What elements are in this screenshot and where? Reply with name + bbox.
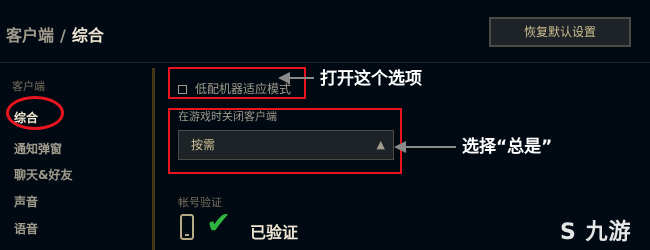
low-spec-mode-option[interactable]: 低配机器适应模式: [178, 80, 291, 97]
breadcrumb-current: 综合: [71, 26, 104, 45]
breadcrumb-separator: /: [60, 26, 66, 45]
watermark-logo: S 九游: [560, 214, 632, 246]
sidebar-section-title: 客户端: [12, 80, 45, 93]
annotation-arrow-2: [394, 141, 456, 153]
close-client-select[interactable]: 按需 ▲: [178, 130, 394, 160]
checkmark-icon: ✔: [206, 206, 232, 241]
annotation-arrow-1: [278, 72, 314, 84]
verified-status: 已验证: [250, 223, 299, 242]
watermark-text: 九游: [585, 220, 632, 245]
annotation-text-1: 打开这个选项: [320, 69, 422, 89]
sidebar-item-sound[interactable]: 声音: [14, 193, 38, 210]
low-spec-label: 低配机器适应模式: [195, 82, 292, 96]
header-divider: [0, 62, 650, 63]
restore-defaults-button[interactable]: 恢复默认设置: [489, 17, 631, 47]
breadcrumb: 客户端 / 综合: [6, 22, 104, 46]
close-client-label: 在游戏时关闭客户端: [178, 110, 277, 123]
header-bar: 客户端 / 综合 恢复默认设置: [0, 0, 650, 62]
sidebar-item-chat-friends[interactable]: 聊天&好友: [14, 166, 72, 183]
annotation-text-2: 选择“总是”: [462, 137, 553, 157]
content-divider: [152, 68, 155, 250]
sidebar-item-voice[interactable]: 语音: [14, 220, 38, 237]
updown-chevron-icon: ▲: [376, 138, 385, 151]
annotation-circle: [6, 96, 64, 130]
close-client-value: 按需: [191, 138, 216, 152]
watermark-s-icon: S: [560, 220, 577, 245]
sidebar-item-notifications[interactable]: 通知弹窗: [14, 140, 62, 157]
phone-icon: [180, 214, 194, 240]
breadcrumb-parent[interactable]: 客户端: [6, 26, 54, 45]
low-spec-checkbox[interactable]: [178, 85, 187, 94]
